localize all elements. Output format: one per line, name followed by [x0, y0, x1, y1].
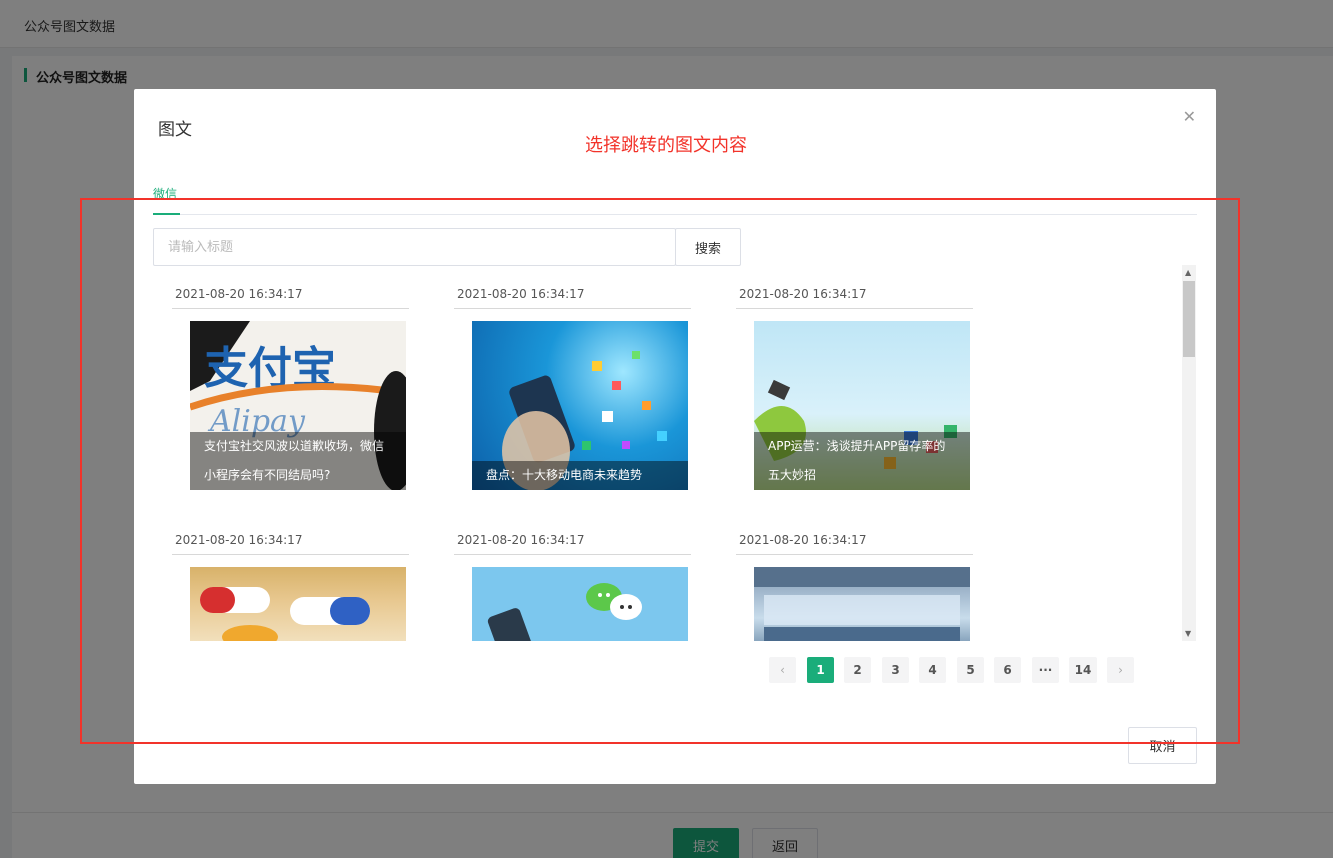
article-caption: APP运营：浅谈提升APP留存率的五大妙招	[754, 432, 970, 490]
divider	[454, 308, 691, 309]
dialog-title: 图文	[158, 120, 192, 140]
tab-bar: 微信	[153, 185, 1197, 215]
article-date: 2021-08-20 16:34:17	[457, 287, 585, 301]
article-date: 2021-08-20 16:34:17	[739, 533, 867, 547]
divider	[172, 308, 409, 309]
article-date: 2021-08-20 16:34:17	[739, 287, 867, 301]
article-card[interactable]: 2021-08-20 16:34:17 盘点：十大移动电商未来趋势	[454, 286, 692, 496]
cross-border-ecommerce-image[interactable]	[754, 567, 970, 641]
divider	[736, 554, 973, 555]
hand-holding-phone-image[interactable]: 盘点：十大移动电商未来趋势	[472, 321, 688, 490]
cancel-button[interactable]: 取消	[1128, 727, 1197, 764]
scroll-up-icon[interactable]: ▲	[1185, 268, 1191, 277]
article-card[interactable]: 2021-08-20 16:34:17	[736, 532, 974, 641]
page-3[interactable]: 3	[882, 657, 909, 683]
wechat-phone-image[interactable]	[472, 567, 688, 641]
article-card[interactable]: 2021-08-20 16:34:17	[454, 532, 692, 641]
divider	[454, 554, 691, 555]
chevron-right-icon[interactable]: ›	[1107, 657, 1134, 683]
page-4[interactable]: 4	[919, 657, 946, 683]
alipay-logo-image[interactable]: 支付宝 Alipay 支付宝社交风波以道歉收场，微信小程序会有不同结局吗?	[190, 321, 406, 490]
tab-wechat[interactable]: 微信	[153, 185, 180, 215]
chevron-left-icon[interactable]: ‹	[769, 657, 796, 683]
close-icon[interactable]: ✕	[1183, 109, 1196, 125]
article-card[interactable]: 2021-08-20 16:34:17 支付宝 Alipay 支付宝社交风波以道…	[172, 286, 410, 496]
pills-image[interactable]	[190, 567, 406, 641]
page-2[interactable]: 2	[844, 657, 871, 683]
page-ellipsis[interactable]: ···	[1032, 657, 1059, 683]
article-caption: 盘点：十大移动电商未来趋势	[472, 461, 688, 490]
page-6[interactable]: 6	[994, 657, 1021, 683]
search-input[interactable]	[153, 228, 676, 266]
page-14[interactable]: 14	[1069, 657, 1097, 683]
article-caption: 支付宝社交风波以道歉收场，微信小程序会有不同结局吗?	[190, 432, 406, 490]
article-date: 2021-08-20 16:34:17	[457, 533, 585, 547]
app-icons-sky-image[interactable]: APP运营：浅谈提升APP留存率的五大妙招	[754, 321, 970, 490]
article-card[interactable]: 2021-08-20 16:34:17	[172, 532, 410, 641]
article-date: 2021-08-20 16:34:17	[175, 287, 303, 301]
page-1[interactable]: 1	[807, 657, 834, 683]
article-card[interactable]: 2021-08-20 16:34:17 APP运营：浅谈提升APP留存率的五大妙…	[736, 286, 974, 496]
article-picker-dialog: 图文 ✕ 选择跳转的图文内容 微信 搜索 2021-08-20 16:34:17…	[134, 89, 1216, 784]
page-5[interactable]: 5	[957, 657, 984, 683]
scroll-thumb[interactable]	[1183, 281, 1195, 357]
article-grid: 2021-08-20 16:34:17 支付宝 Alipay 支付宝社交风波以道…	[153, 265, 1183, 641]
grid-scrollbar[interactable]: ▲ ▼	[1182, 265, 1196, 641]
annotation-text: 选择跳转的图文内容	[585, 135, 747, 156]
divider	[736, 308, 973, 309]
article-date: 2021-08-20 16:34:17	[175, 533, 303, 547]
search-button[interactable]: 搜索	[675, 228, 741, 266]
scroll-down-icon[interactable]: ▼	[1185, 629, 1191, 638]
divider	[172, 554, 409, 555]
